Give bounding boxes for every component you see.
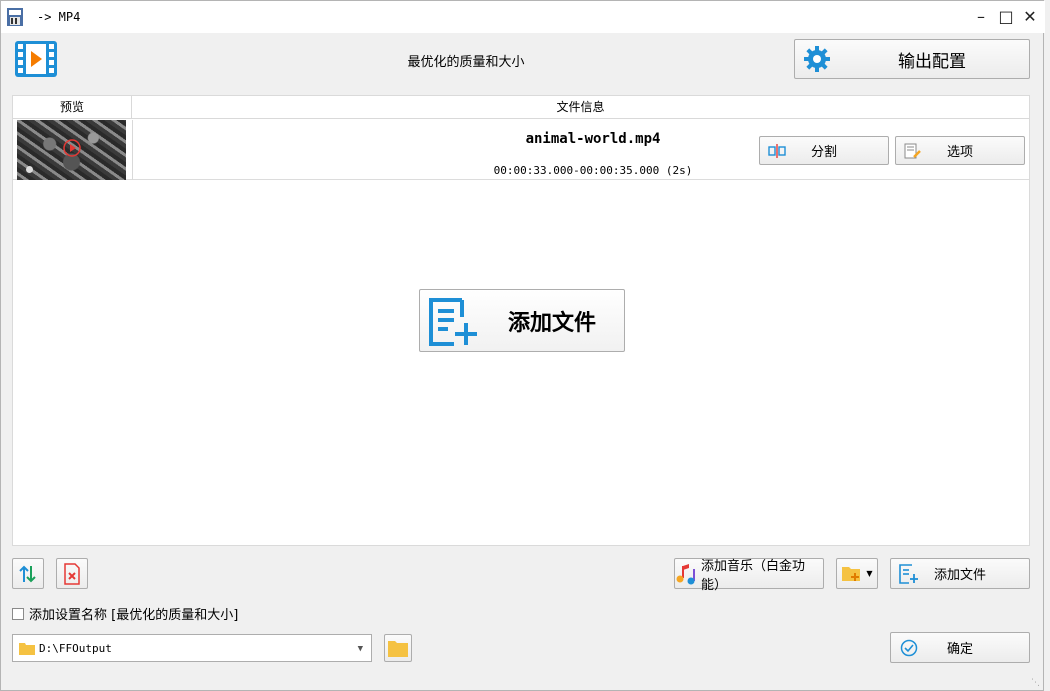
delete-file-icon	[62, 562, 82, 585]
add-setting-name-row[interactable]: 添加设置名称 [最优化的质量和大小]	[12, 604, 238, 623]
play-icon	[62, 138, 82, 158]
window-title: -> MP4	[37, 10, 81, 24]
time-range: 00:00:33.000-00:00:35.000 (2s)	[493, 164, 693, 177]
column-file-info: 文件信息	[556, 100, 605, 114]
sort-button[interactable]	[12, 558, 44, 589]
list-header: 预览 文件信息	[13, 96, 1029, 119]
options-label: 选项	[946, 145, 973, 160]
add-file-small-icon	[899, 564, 919, 584]
close-icon: ✕	[1023, 7, 1037, 26]
maximize-button[interactable]: □	[996, 7, 1016, 27]
minimize-button[interactable]: –	[971, 7, 991, 27]
resize-grip-icon[interactable]: ⋱	[1031, 678, 1040, 688]
gear-icon	[803, 45, 831, 73]
add-file-button[interactable]: 添加文件	[890, 558, 1030, 589]
add-folder-button[interactable]: ▼	[836, 558, 878, 589]
thumb-indicator	[26, 166, 33, 173]
open-folder-icon	[388, 640, 408, 657]
close-button[interactable]: ✕	[1020, 7, 1040, 27]
options-icon	[904, 143, 922, 159]
add-setting-name-label: 添加设置名称 [最优化的质量和大小]	[29, 608, 239, 623]
folder-icon	[19, 642, 35, 655]
title-bar: -> MP4 – □ ✕	[1, 1, 1045, 33]
minimize-icon: –	[977, 7, 985, 26]
dropdown-arrow-icon[interactable]: ▼	[358, 644, 363, 654]
profile-name: 最优化的质量和大小	[407, 55, 525, 70]
options-button[interactable]: 选项	[895, 136, 1025, 165]
maximize-icon: □	[998, 7, 1014, 26]
output-path-value: D:\FFOutput	[39, 641, 112, 655]
sort-arrows-icon	[18, 564, 38, 584]
video-thumbnail[interactable]	[17, 120, 126, 180]
check-circle-icon	[900, 639, 918, 657]
add-file-label: 添加文件	[933, 568, 986, 583]
output-settings-label: 输出配置	[898, 51, 966, 72]
split-icon	[768, 144, 786, 158]
add-folder-icon	[841, 564, 865, 584]
app-window: -> MP4 – □ ✕ 最优化的质量和大小 输出配置 预览 文件信息 anim…	[0, 0, 1045, 691]
video-file-icon	[14, 40, 58, 78]
chevron-down-icon: ▼	[866, 569, 873, 578]
file-list: 预览 文件信息 animal-world.mp4 00:00:33.000-00…	[12, 95, 1030, 546]
split-label: 分割	[810, 145, 837, 160]
add-music-label: 添加音乐（白金功能）	[701, 558, 806, 593]
add-file-icon	[428, 297, 480, 347]
output-settings-button[interactable]: 输出配置	[794, 39, 1030, 79]
mp4-file-icon	[5, 7, 25, 27]
output-path-select[interactable]: D:\FFOutput ▼	[12, 634, 372, 662]
add-file-large-label: 添加文件	[507, 310, 596, 336]
ok-button[interactable]: 确定	[890, 632, 1030, 663]
add-setting-name-checkbox[interactable]	[12, 607, 24, 620]
add-music-button[interactable]: 添加音乐（白金功能）	[674, 558, 824, 593]
split-button[interactable]: 分割	[759, 136, 889, 165]
remove-all-button[interactable]	[56, 558, 88, 589]
file-row[interactable]: animal-world.mp4 00:00:33.000-00:00:35.0…	[13, 120, 1029, 180]
browse-folder-button[interactable]	[384, 634, 412, 662]
ok-label: 确定	[946, 642, 973, 657]
music-note-icon	[675, 563, 699, 585]
column-divider	[132, 120, 133, 180]
column-preview: 预览	[13, 96, 132, 119]
add-file-large-button[interactable]: 添加文件	[419, 289, 625, 352]
